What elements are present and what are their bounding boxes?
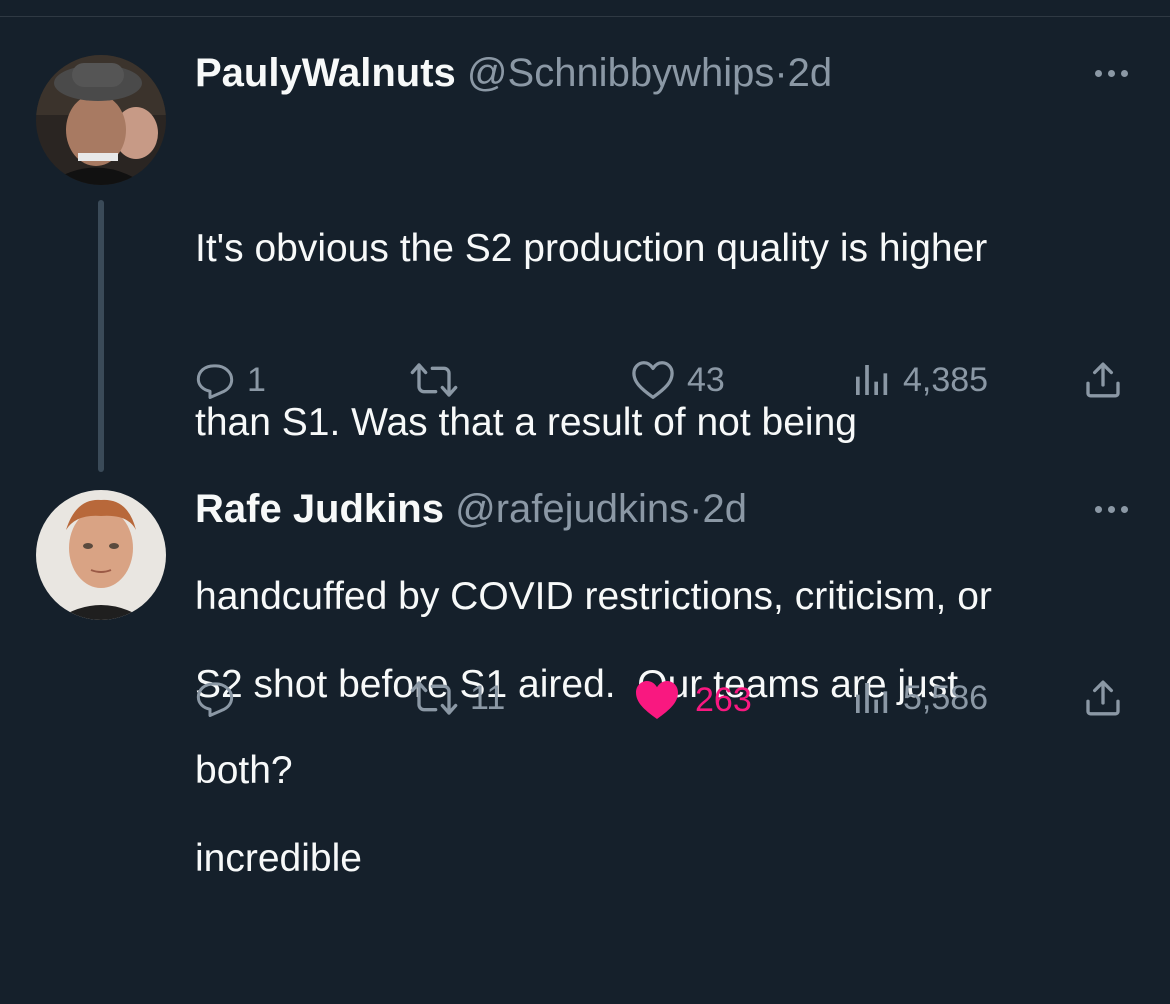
- like-count: 263: [695, 680, 752, 719]
- views-icon: [856, 365, 888, 395]
- retweet-count: 11: [470, 678, 506, 717]
- views-count: 5,586: [903, 678, 989, 717]
- tweet-text-line: It's obvious the S2 production quality i…: [195, 227, 988, 270]
- views-button[interactable]: 5,586: [851, 678, 988, 718]
- separator-dot: ·: [774, 51, 788, 95]
- tweet-2[interactable]: Rafe Judkins @rafejudkins·2d S2 shot bef…: [0, 470, 1170, 880]
- retweet-icon: [410, 363, 458, 397]
- reply-count: 1: [247, 360, 266, 399]
- more-icon[interactable]: [1095, 70, 1128, 77]
- avatar[interactable]: [36, 55, 166, 185]
- like-button[interactable]: 263: [631, 678, 752, 722]
- reply-button[interactable]: 1: [195, 360, 266, 400]
- tweet-actions: 11 263 5,586: [195, 678, 1135, 728]
- separator-dot: ·: [689, 487, 703, 531]
- heart-icon: [632, 361, 674, 399]
- tweet-text-line: incredible: [195, 837, 362, 880]
- like-count: 43: [687, 360, 725, 399]
- display-name[interactable]: Rafe Judkins: [195, 487, 444, 531]
- user-handle[interactable]: @Schnibbywhips: [467, 51, 774, 95]
- share-icon: [1086, 362, 1120, 398]
- display-name[interactable]: PaulyWalnuts: [195, 51, 456, 95]
- reply-icon: [196, 682, 234, 717]
- share-button[interactable]: [1083, 678, 1123, 718]
- share-button[interactable]: [1083, 360, 1123, 400]
- retweet-button[interactable]: [410, 360, 470, 400]
- tweet-text: S2 shot before S1 aired. Our teams are j…: [195, 540, 1145, 1004]
- like-button[interactable]: 43: [631, 360, 725, 400]
- reply-icon: [196, 364, 234, 399]
- reply-button[interactable]: [195, 678, 247, 718]
- user-handle[interactable]: @rafejudkins: [455, 487, 689, 531]
- retweet-icon: [410, 681, 458, 715]
- views-icon: [856, 683, 888, 713]
- tweet-1[interactable]: PaulyWalnuts @Schnibbywhips·2d It's obvi…: [0, 0, 1170, 792]
- views-button[interactable]: 4,385: [851, 360, 988, 400]
- tweet-actions: 1 43 4,385: [195, 360, 1135, 410]
- avatar[interactable]: [36, 490, 166, 620]
- views-count: 4,385: [903, 360, 989, 399]
- heart-icon: [636, 681, 678, 719]
- more-icon[interactable]: [1095, 506, 1128, 513]
- share-icon: [1086, 680, 1120, 716]
- timestamp[interactable]: 2d: [788, 51, 833, 95]
- timestamp[interactable]: 2d: [702, 487, 747, 531]
- thread-line: [98, 200, 104, 472]
- retweet-button[interactable]: 11: [410, 678, 505, 718]
- tweet-header: PaulyWalnuts @Schnibbywhips·2d: [195, 50, 832, 96]
- tweet-header: Rafe Judkins @rafejudkins·2d: [195, 486, 747, 532]
